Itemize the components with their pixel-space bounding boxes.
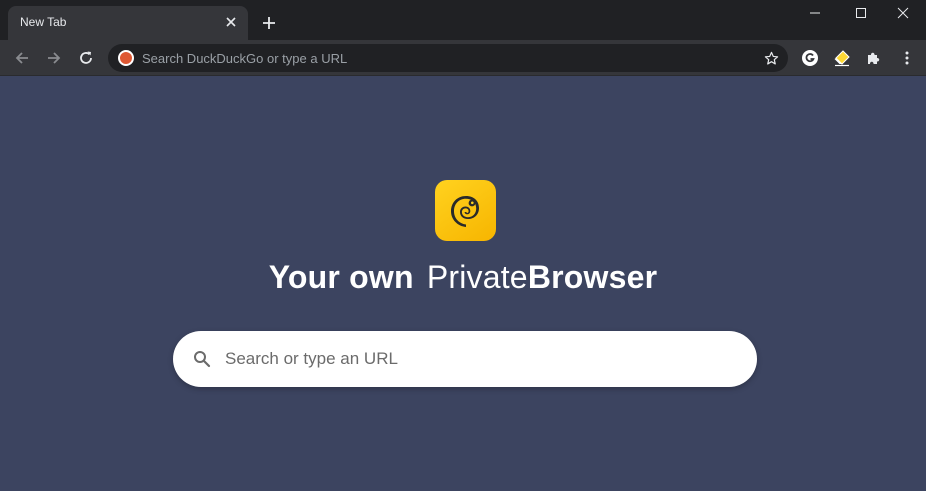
forward-button[interactable] [42,46,66,70]
duckduckgo-icon [118,50,134,66]
minimize-button[interactable] [792,0,838,26]
minimize-icon [810,12,820,14]
tab-new-tab[interactable]: New Tab [8,6,248,40]
headline-part-1: Your own [268,259,414,295]
plus-icon [263,17,275,29]
new-tab-button[interactable] [258,12,280,34]
headline-part-3: Browser [527,259,658,295]
close-window-button[interactable] [880,0,926,26]
kebab-menu-icon [905,51,909,65]
page-headline: Your own PrivateBrowser [0,259,926,296]
extensions-button[interactable] [864,48,884,68]
reload-button[interactable] [74,46,98,70]
arrow-left-icon [15,52,28,64]
tab-strip: New Tab [0,0,926,40]
puzzle-icon [868,52,880,64]
maximize-button[interactable] [838,0,884,26]
reload-icon [80,51,92,64]
search-input[interactable] [225,331,725,387]
tab-title: New Tab [20,15,67,29]
back-button[interactable] [10,46,34,70]
logo [435,180,496,241]
maximize-icon [856,8,866,18]
eraser-extension-button[interactable] [832,48,852,68]
address-input[interactable] [142,44,742,72]
grammarly-extension-button[interactable] [800,48,820,68]
close-icon [897,7,909,19]
chameleon-logo-icon [450,195,479,227]
toolbar [0,40,926,76]
star-icon [764,51,778,65]
search-box[interactable] [173,331,757,387]
menu-button[interactable] [897,48,917,68]
address-bar[interactable] [108,44,788,72]
grammarly-icon [802,50,818,66]
close-icon[interactable] [224,15,238,29]
headline-part-2: Private [426,259,528,295]
bookmark-button[interactable] [762,49,780,67]
eraser-icon [834,50,850,67]
new-tab-page: Your own PrivateBrowser [0,77,926,491]
search-icon [194,351,211,368]
arrow-right-icon [48,52,61,64]
